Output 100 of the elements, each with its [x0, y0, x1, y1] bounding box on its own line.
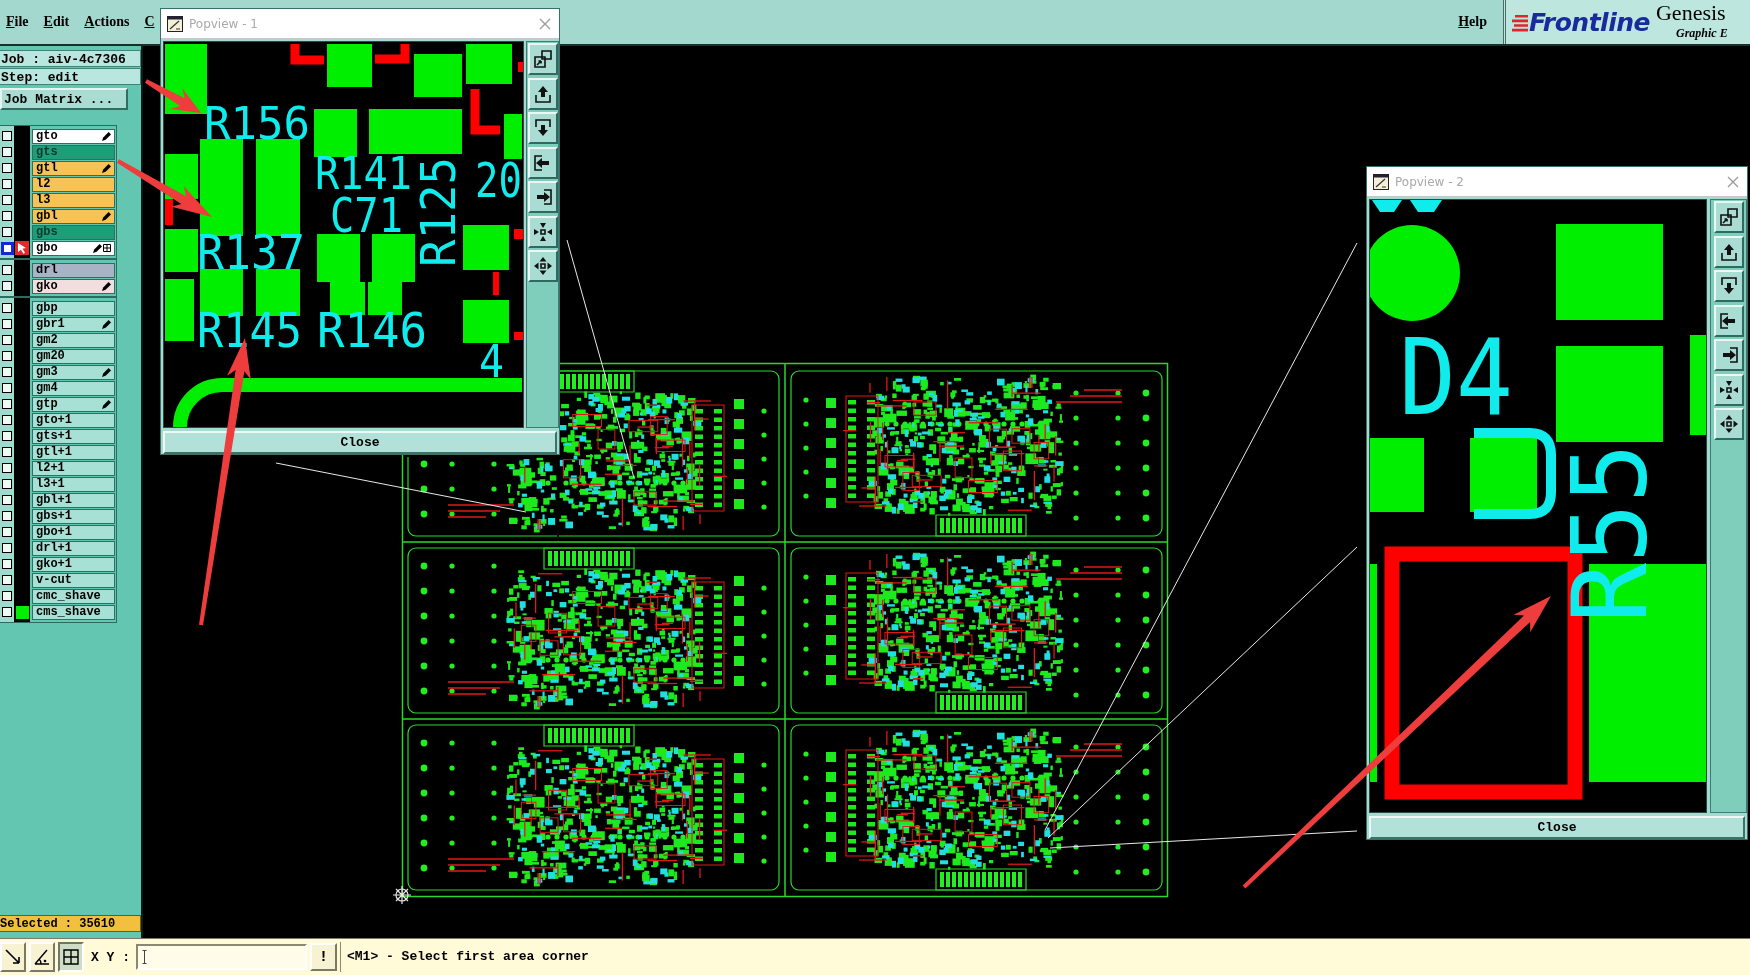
layer-name-item[interactable]: drl+1 [32, 540, 115, 556]
layer-checkbox[interactable] [2, 495, 12, 505]
coordinate-field[interactable] [136, 944, 307, 970]
layer-name-item[interactable]: drl [32, 262, 115, 278]
layer-name-item[interactable]: cms_shave [32, 604, 115, 620]
layer-name-item[interactable]: gbl [32, 208, 115, 224]
layer-checkbox[interactable] [2, 383, 12, 393]
step-label: Step: edit [0, 68, 141, 85]
pan-down-button[interactable] [1713, 270, 1744, 302]
menu-item[interactable]: Actions [82, 14, 132, 30]
layer-name-item[interactable]: gm2 [32, 332, 115, 348]
layer-name-item[interactable]: gbo+1 [32, 524, 115, 540]
windows-icon [532, 49, 553, 69]
menu-item[interactable]: Edit [41, 14, 72, 30]
layer-checkbox[interactable] [2, 399, 12, 409]
layer-name-item[interactable]: gts+1 [32, 428, 115, 444]
selected-count: Selected : 35610 [0, 915, 141, 932]
layer-checkbox[interactable] [2, 367, 12, 377]
layer-checkbox[interactable] [2, 511, 12, 521]
layer-checkbox[interactable] [2, 559, 12, 569]
zoom-in-button[interactable] [1713, 373, 1744, 406]
layer-name-item[interactable]: gbs+1 [32, 508, 115, 524]
layer-name-item[interactable]: gbp [32, 300, 115, 316]
layer-name-item[interactable]: gtl [32, 160, 115, 176]
layer-name-item[interactable]: gbo [32, 240, 115, 256]
copper-pad [165, 229, 198, 272]
annotation-arrow [145, 79, 201, 113]
layer-checkbox[interactable] [2, 543, 12, 553]
pan-down-button[interactable] [527, 112, 558, 144]
layer-checkbox[interactable] [2, 211, 12, 221]
layer-checkbox[interactable] [2, 281, 12, 291]
close-button[interactable]: Close [1369, 816, 1745, 839]
zoom-window-button[interactable] [1713, 201, 1744, 233]
window-icon [167, 15, 183, 32]
zoom-in-button[interactable] [527, 215, 558, 248]
layer-name-item[interactable]: gm4 [32, 380, 115, 396]
layer-checkbox[interactable] [2, 351, 12, 361]
layer-checkbox[interactable] [0, 241, 14, 255]
pan-right-button[interactable] [527, 181, 558, 213]
close-icon[interactable] [539, 17, 551, 30]
layer-checkbox[interactable] [2, 607, 12, 617]
layer-checkbox[interactable] [2, 303, 12, 313]
menu-item[interactable]: File [4, 14, 31, 30]
outline-mark [470, 89, 500, 135]
layer-checkbox[interactable] [2, 335, 12, 345]
pan-left-button[interactable] [1713, 304, 1744, 337]
layer-checkbox[interactable] [2, 527, 12, 537]
layer-name-item[interactable]: l3+1 [32, 476, 115, 492]
alert-button[interactable]: ! [310, 943, 337, 971]
layer-name-item[interactable]: gbr1 [32, 316, 115, 332]
help-menu[interactable]: Help [1456, 14, 1489, 30]
layer-checkbox[interactable] [2, 163, 12, 173]
layer-name-item[interactable]: v-cut [32, 572, 115, 588]
layer-checkbox[interactable] [2, 265, 12, 275]
close-button[interactable]: Close [163, 431, 557, 454]
pan-right-button[interactable] [1713, 339, 1744, 371]
layer-name-item[interactable]: gko [32, 278, 115, 294]
pan-left-button[interactable] [527, 146, 558, 179]
menu-item[interactable]: C [142, 14, 157, 30]
layer-name-item[interactable]: gm3 [32, 364, 115, 380]
layer-name-item[interactable]: gm20 [32, 348, 115, 364]
layer-checkbox[interactable] [2, 463, 12, 473]
layer-checkbox[interactable] [2, 447, 12, 457]
layer-checkbox[interactable] [2, 319, 12, 329]
layer-checkbox[interactable] [2, 575, 12, 585]
zoom-out-button[interactable] [1713, 408, 1744, 440]
layer-name-item[interactable]: l2 [32, 176, 115, 192]
tool-button[interactable] [58, 942, 84, 972]
pan-up-button[interactable] [1713, 235, 1744, 268]
layer-checkbox[interactable] [2, 195, 12, 205]
copper-pad [414, 54, 462, 97]
layer-checkbox[interactable] [2, 591, 12, 601]
layer-name-item[interactable]: gko+1 [32, 556, 115, 572]
window-title: Popview - 2 [1395, 174, 1464, 189]
job-matrix-button[interactable]: Job Matrix ... [0, 88, 128, 110]
layer-checkbox[interactable] [2, 131, 12, 141]
layer-name-item[interactable]: cmc_shave [32, 588, 115, 604]
close-icon[interactable] [1727, 175, 1739, 188]
silkscreen-mark [1372, 200, 1402, 212]
copper-pad [314, 109, 357, 157]
layer-name-item[interactable]: gtl+1 [32, 444, 115, 460]
text-cursor-icon [142, 950, 147, 964]
layer-checkbox[interactable] [2, 431, 12, 441]
layer-name-item[interactable]: gts [32, 144, 115, 160]
layer-name-item[interactable]: gbl+1 [32, 492, 115, 508]
layer-checkbox[interactable] [2, 147, 12, 157]
copper-pad [463, 300, 509, 343]
layer-checkbox[interactable] [2, 479, 12, 489]
zoom-out-button[interactable] [527, 250, 558, 282]
layer-name-item[interactable]: l3 [32, 192, 115, 208]
layer-name-item[interactable]: l2+1 [32, 460, 115, 476]
zoom-window-button[interactable] [527, 43, 558, 75]
pan-up-button[interactable] [527, 77, 558, 110]
layer-checkbox[interactable] [2, 227, 12, 237]
layer-name-item[interactable]: gto+1 [32, 412, 115, 428]
layer-name-item[interactable]: gtp [32, 396, 115, 412]
layer-name-item[interactable]: gto [32, 128, 115, 144]
layer-name-item[interactable]: gbs [32, 224, 115, 240]
layer-checkbox[interactable] [2, 179, 12, 189]
layer-checkbox[interactable] [2, 415, 12, 425]
